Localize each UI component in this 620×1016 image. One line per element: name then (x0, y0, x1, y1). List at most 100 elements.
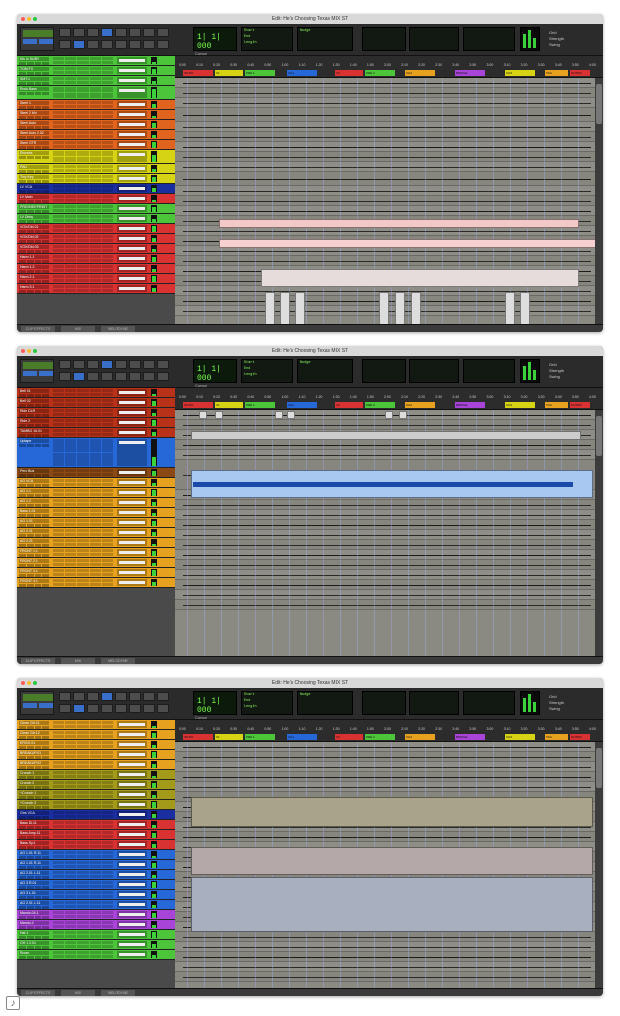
track-toggle-button[interactable] (34, 514, 42, 517)
track-header[interactable]: LV Main (17, 194, 175, 204)
marker-v2[interactable]: V2 (335, 402, 363, 408)
io-selector[interactable] (117, 549, 147, 556)
insert-slot[interactable] (101, 765, 113, 768)
insert-slot[interactable] (101, 289, 113, 292)
insert-slot[interactable] (101, 835, 113, 838)
track-name[interactable]: Harm 2.1 (19, 275, 49, 279)
track-name[interactable]: AG 2.11 (19, 529, 49, 533)
insert-slot[interactable] (53, 891, 65, 894)
minimize-button[interactable] (27, 681, 31, 685)
insert-slot[interactable] (77, 105, 89, 108)
insert-slot[interactable] (101, 861, 113, 864)
insert-slot[interactable] (101, 105, 113, 108)
insert-slot[interactable] (65, 229, 77, 232)
insert-slot[interactable] (77, 911, 89, 914)
insert-slot[interactable] (101, 255, 113, 258)
tool-button[interactable] (143, 704, 155, 713)
insert-slot[interactable] (65, 503, 77, 506)
track-toggle-button[interactable] (42, 82, 49, 85)
insert-slot[interactable] (101, 805, 113, 808)
insert-slot[interactable] (77, 579, 89, 582)
audio-clip-harm[interactable] (505, 292, 515, 324)
insert-slot[interactable] (77, 209, 89, 212)
track-name[interactable]: AG 1.01 R.11 (19, 861, 49, 865)
track-toggle-button[interactable] (42, 756, 49, 759)
insert-slot[interactable] (89, 725, 101, 728)
track-toggle-button[interactable] (19, 574, 26, 577)
tool-button[interactable] (73, 704, 85, 713)
insert-slot[interactable] (89, 553, 101, 556)
track-toggle-button[interactable] (26, 126, 34, 129)
insert-slot[interactable] (101, 57, 113, 60)
insert-slot[interactable] (89, 831, 101, 834)
track-header[interactable]: AG 3 R.01 (17, 880, 175, 890)
track-toggle-button[interactable] (34, 494, 42, 497)
io-selector[interactable] (117, 861, 147, 868)
track-toggle-button[interactable] (26, 250, 34, 253)
track-toggle-button[interactable] (26, 180, 34, 183)
insert-slot[interactable] (89, 403, 101, 406)
insert-slot[interactable] (101, 875, 113, 878)
track-toggle-button[interactable] (26, 524, 34, 527)
track-name[interactable]: Clean Gtr.12 (19, 731, 49, 735)
insert-slot[interactable] (53, 199, 65, 202)
insert-slot[interactable] (65, 755, 77, 758)
insert-slot[interactable] (89, 209, 101, 212)
audio-clip-harm[interactable] (280, 292, 290, 324)
bottom-tab[interactable]: MELODYNE (101, 658, 135, 664)
insert-slot[interactable] (65, 77, 77, 80)
track-toggle-button[interactable] (42, 554, 49, 557)
io-selector[interactable] (117, 821, 147, 828)
insert-slot[interactable] (89, 489, 101, 492)
insert-slot[interactable] (65, 265, 77, 268)
track-toggle-button[interactable] (19, 776, 26, 779)
track-toggle-button[interactable] (26, 766, 34, 769)
insert-slot[interactable] (53, 831, 65, 834)
track-toggle-button[interactable] (34, 72, 42, 75)
track-toggle-button[interactable] (42, 946, 49, 949)
insert-slot[interactable] (65, 583, 77, 586)
insert-slot[interactable] (101, 225, 113, 228)
track-header[interactable]: TAMBO 16.01 (17, 428, 175, 438)
insert-slot[interactable] (101, 423, 113, 426)
insert-slot[interactable] (101, 915, 113, 918)
insert-slot[interactable] (101, 403, 113, 406)
track-toggle-button[interactable] (19, 866, 26, 869)
insert-slot[interactable] (89, 255, 101, 258)
track-header[interactable]: LV Dbby (17, 214, 175, 224)
track-header[interactable]: Steel Auto 2.02 (17, 130, 175, 140)
tool-button[interactable] (73, 40, 85, 49)
insert-slot[interactable] (77, 245, 89, 248)
insert-slot[interactable] (101, 409, 113, 412)
insert-slot[interactable] (101, 135, 113, 138)
insert-slot[interactable] (77, 905, 89, 908)
tool-button[interactable] (115, 372, 127, 381)
insert-slot[interactable] (101, 791, 113, 794)
insert-slot[interactable] (89, 785, 101, 788)
track-header[interactable]: Ride 2 (17, 418, 175, 428)
io-selector[interactable] (117, 781, 147, 788)
insert-slot[interactable] (77, 513, 89, 516)
insert-slot[interactable] (89, 93, 101, 98)
insert-slot[interactable] (101, 781, 113, 784)
track-name[interactable]: VOX/Dbl.02 (19, 235, 49, 239)
insert-slot[interactable] (77, 479, 89, 482)
track-toggle-button[interactable] (26, 190, 34, 193)
insert-slot[interactable] (65, 875, 77, 878)
tool-button[interactable] (143, 692, 155, 701)
insert-slot[interactable] (77, 87, 89, 92)
insert-slot[interactable] (65, 569, 77, 572)
track-toggle-button[interactable] (34, 896, 42, 899)
track-name[interactable]: OH 1 2.01 (19, 941, 49, 945)
track-header[interactable]: PAD (17, 164, 175, 174)
insert-slot[interactable] (77, 533, 89, 536)
track-toggle-button[interactable] (34, 136, 42, 139)
insert-slot[interactable] (89, 419, 101, 422)
track-name[interactable]: Harm 1.2 (19, 265, 49, 269)
track-header[interactable]: Steel 1 (17, 100, 175, 110)
marker-outro[interactable]: OUTRO (570, 70, 590, 76)
insert-slot[interactable] (53, 185, 65, 188)
track-toggle-button[interactable] (34, 200, 42, 203)
insert-slot[interactable] (65, 255, 77, 258)
track-toggle-button[interactable] (42, 116, 49, 119)
